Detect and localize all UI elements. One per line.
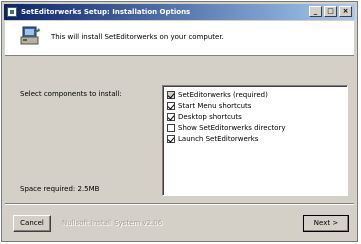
- installer-window: SetEditorwerks Setup: Installation Optio…: [1, 1, 358, 242]
- component-label: Launch SetEditorwerks: [178, 134, 259, 143]
- component-item[interactable]: Show SetEditorwerks directory: [167, 122, 347, 133]
- cancel-button[interactable]: Cancel: [13, 215, 51, 232]
- component-item[interactable]: Launch SetEditorwerks: [167, 133, 347, 144]
- component-checkbox[interactable]: [167, 134, 175, 143]
- component-item[interactable]: Desktop shortcuts: [167, 111, 347, 122]
- component-label: Start Menu shortcuts: [178, 101, 252, 110]
- maximize-button[interactable]: □: [324, 6, 337, 17]
- footer-separator: [5, 203, 354, 205]
- close-button[interactable]: ×: [339, 6, 352, 17]
- component-checkbox[interactable]: [167, 101, 175, 110]
- header-panel: This will install SetEditorwerks on your…: [5, 21, 354, 56]
- title-bar-buttons: _ □ ×: [309, 6, 352, 17]
- installer-box-icon: [20, 26, 40, 45]
- minimize-button[interactable]: _: [309, 6, 322, 17]
- next-button[interactable]: Next >: [303, 215, 349, 232]
- installer-app-icon: [7, 7, 17, 17]
- components-list[interactable]: SetEditorwerks (required) Start Menu shor…: [162, 85, 348, 196]
- component-item: SetEditorwerks (required): [167, 89, 347, 100]
- component-item[interactable]: Start Menu shortcuts: [167, 100, 347, 111]
- component-label: SetEditorwerks (required): [178, 90, 268, 99]
- branding-text: Nullsoft Install System v2.06: [62, 219, 163, 227]
- component-checkbox[interactable]: [167, 112, 175, 121]
- component-label: Desktop shortcuts: [178, 112, 242, 121]
- component-checkbox: [167, 90, 175, 99]
- components-label: Select components to install:: [20, 90, 122, 98]
- space-required-label: Space required: 2.5MB: [20, 185, 100, 193]
- intro-text: This will install SetEditorwerks on your…: [51, 33, 224, 41]
- title-bar[interactable]: SetEditorwerks Setup: Installation Optio…: [4, 4, 355, 20]
- window-title: SetEditorwerks Setup: Installation Optio…: [21, 8, 191, 16]
- component-label: Show SetEditorwerks directory: [178, 123, 286, 132]
- component-checkbox[interactable]: [167, 123, 175, 132]
